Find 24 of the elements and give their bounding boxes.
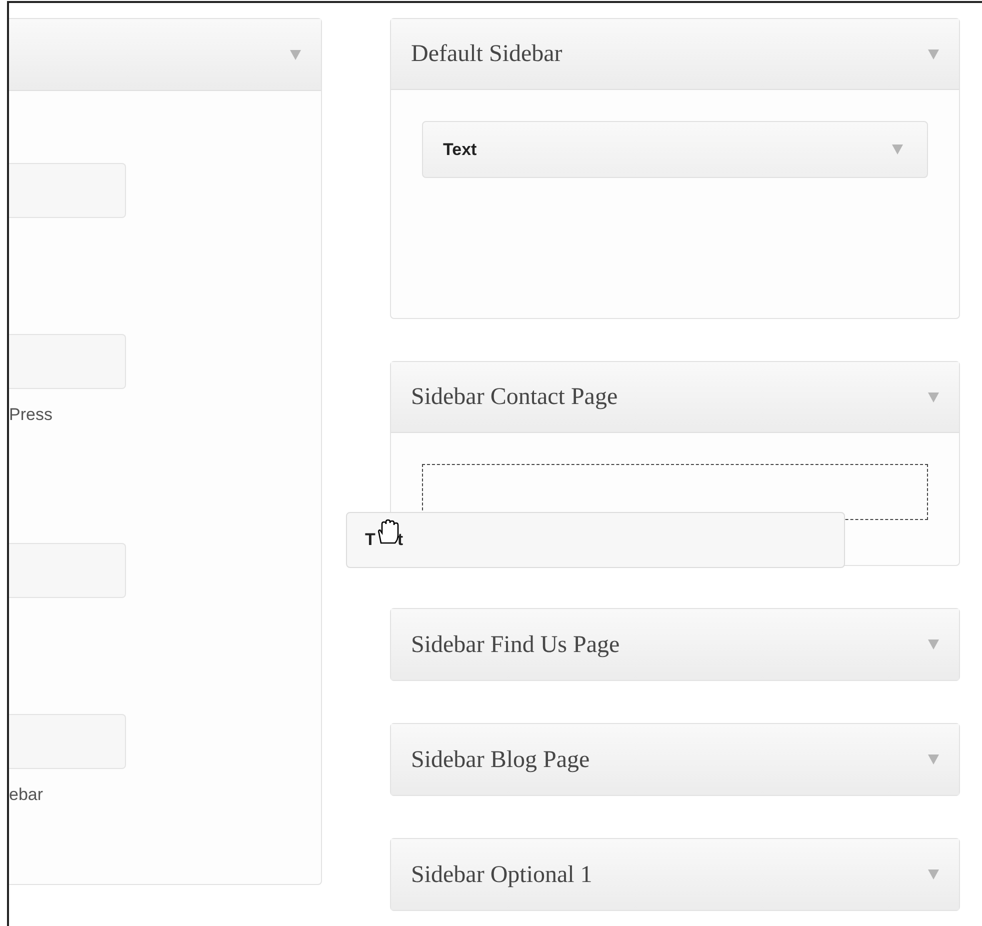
widget-tile[interactable] [9,334,126,389]
sidebar-title[interactable]: Sidebar Find Us Page [411,626,620,662]
dragged-widget[interactable]: T t [346,512,845,568]
sidebar-title[interactable]: Sidebar Blog Page [411,742,590,778]
caret-icon[interactable] [928,754,939,765]
caret-icon[interactable] [928,48,939,60]
widget-tile[interactable] [9,542,126,598]
sidebar-title[interactable]: Sidebar Contact Page [411,379,618,415]
sidebar-title[interactable]: Sidebar Optional 1 [411,856,592,892]
caret-icon[interactable] [892,144,903,155]
caret-icon[interactable] [928,639,939,650]
hand-cursor-icon [377,519,399,545]
widget-description: Press [9,404,52,426]
widget-title: Text [443,138,477,161]
caret-icon[interactable] [290,50,301,60]
widget-title: t [397,529,404,552]
widget-tile[interactable] [9,163,126,218]
widget-tile[interactable] [9,714,126,768]
widget-title: T [365,529,376,552]
caret-icon[interactable] [928,869,939,880]
widget-bar[interactable]: Text [422,121,928,178]
widget-description: ebar [9,784,44,806]
sidebar-title[interactable]: Default Sidebar [411,36,562,72]
caret-icon[interactable] [928,392,939,402]
